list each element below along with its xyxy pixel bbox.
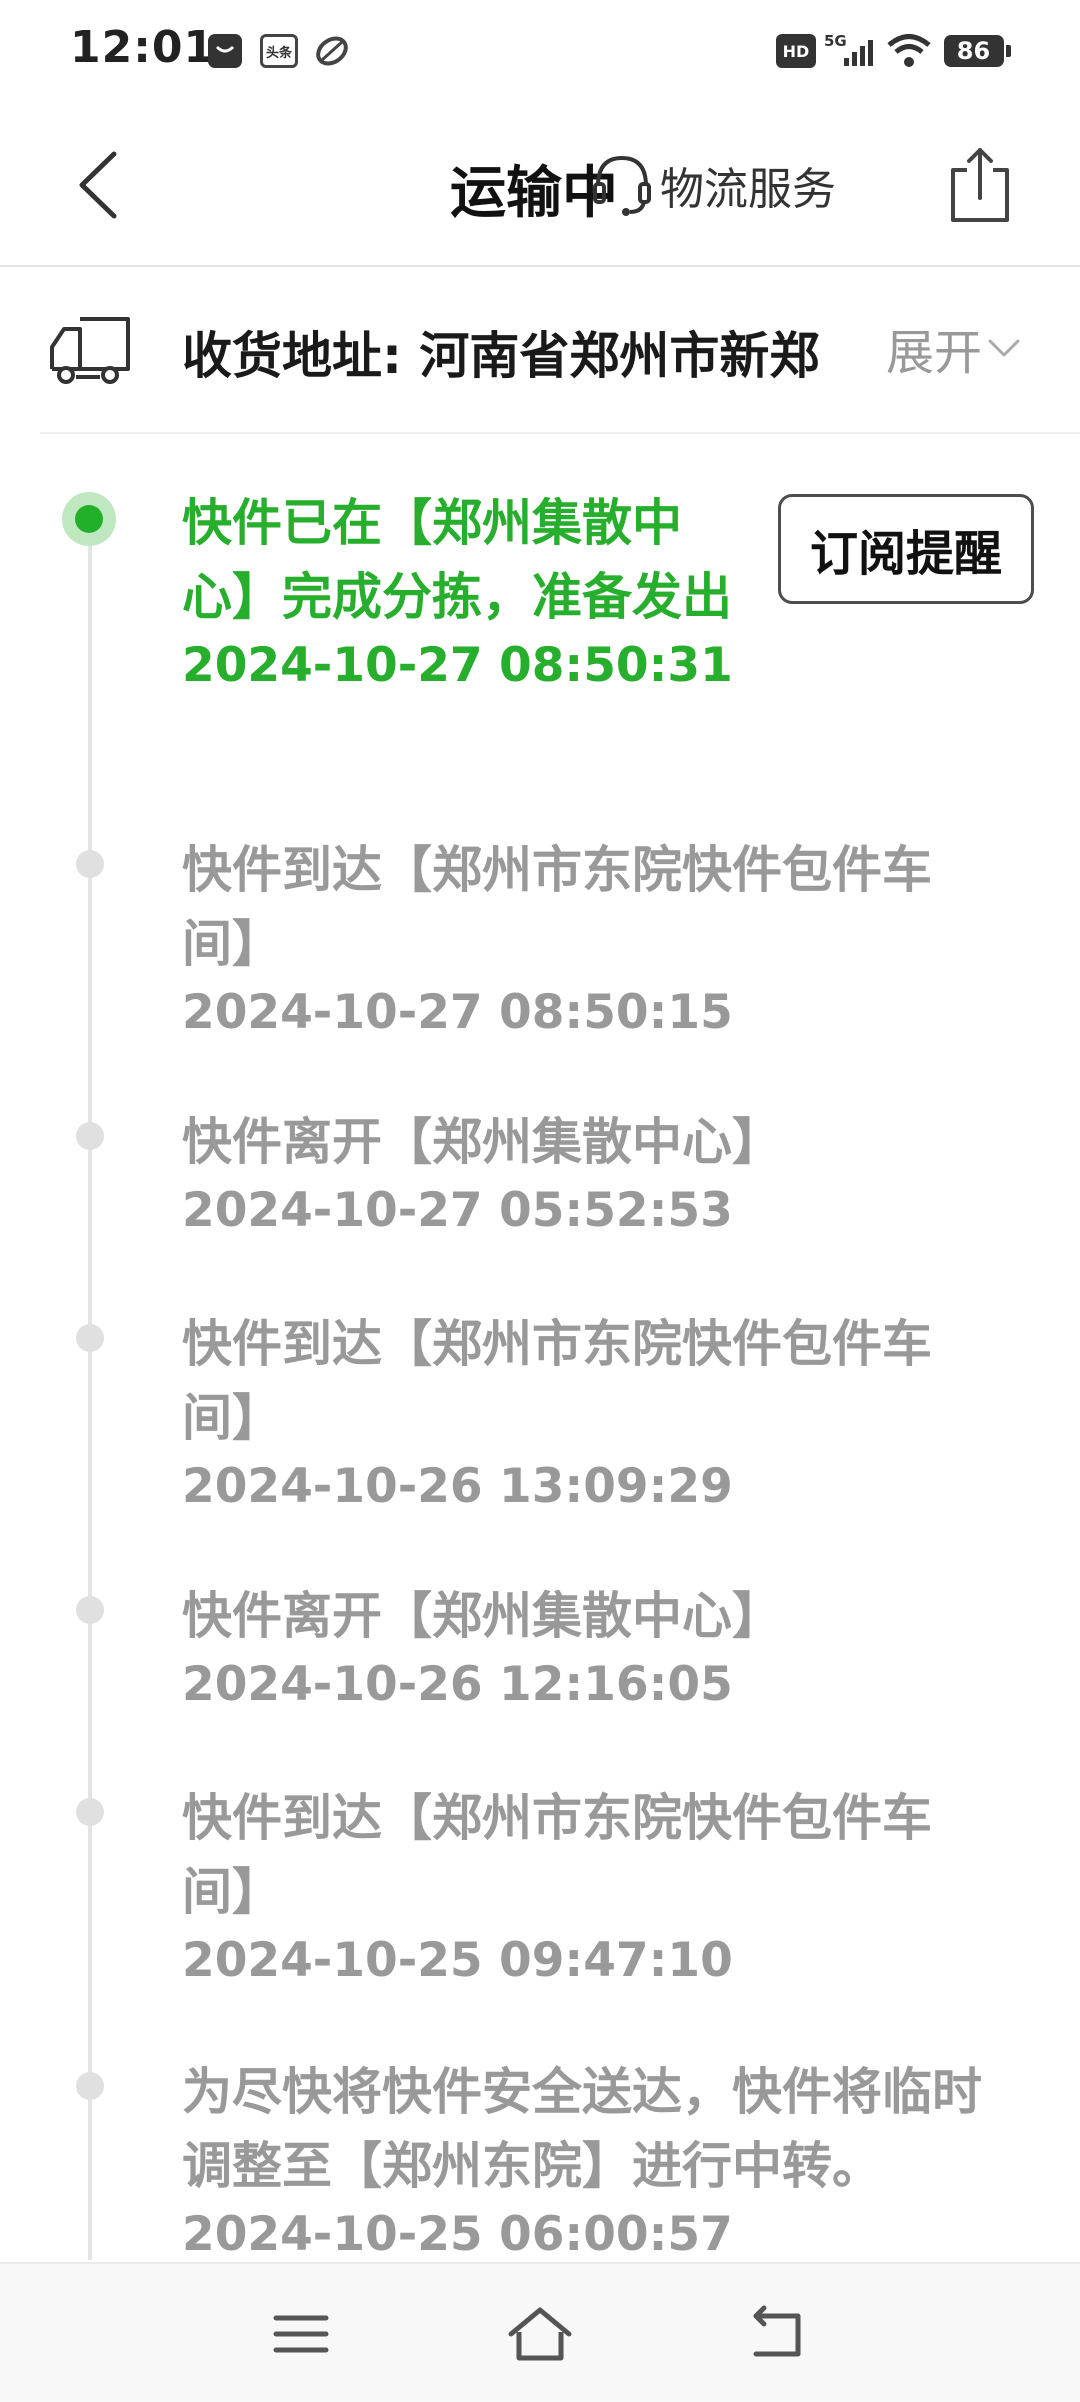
- truck-icon: [50, 317, 130, 384]
- service-label: 物流服务: [660, 164, 836, 215]
- share-button[interactable]: [945, 140, 1015, 230]
- header-divider: [0, 265, 1080, 267]
- menu-icon[interactable]: [266, 2304, 336, 2364]
- toutiao-app-icon: 头条: [260, 34, 298, 68]
- headset-icon: [593, 155, 651, 216]
- event-time: 2024-10-27 05:52:53: [182, 1183, 733, 1238]
- event-description: 快件到达【郑州市东院快件包件车间】: [182, 841, 932, 973]
- battery-level: 86: [943, 35, 1004, 67]
- event-description: 为尽快将快件安全送达，快件将临时调整至【郑州东院】进行中转。: [182, 2063, 982, 2195]
- signal-icon: 5G: [824, 32, 876, 68]
- back-nav-icon[interactable]: [742, 2304, 812, 2364]
- event-description: 快件离开【郑州集散中心】: [182, 1113, 782, 1171]
- timeline-event: 快件到达【郑州市东院快件包件车间】 2024-10-27 08:50:15: [182, 833, 1002, 1045]
- wifi-icon: [886, 34, 932, 68]
- event-time: 2024-10-27 08:50:15: [182, 985, 733, 1040]
- message-icon: [208, 34, 242, 68]
- timeline-dot: [76, 1596, 104, 1624]
- event-description: 快件离开【郑州集散中心】: [182, 1587, 782, 1645]
- share-icon: [951, 148, 1009, 222]
- event-description: 快件已在【郑州集散中心】完成分拣，准备发出: [182, 494, 732, 626]
- timeline-dot: [76, 1798, 104, 1826]
- timeline-event: 快件离开【郑州集散中心】 2024-10-27 05:52:53: [182, 1105, 1002, 1243]
- logistics-service-button[interactable]: 物流服务: [590, 150, 836, 220]
- timeline-event: 快件到达【郑州市东院快件包件车间】 2024-10-25 09:47:10: [182, 1781, 1002, 1993]
- delivery-address: 收货地址: 河南省郑州市新郑: [182, 327, 820, 385]
- status-time: 12:01: [70, 22, 216, 73]
- battery-icon: 86: [942, 34, 1012, 68]
- event-time: 2024-10-26 12:16:05: [182, 1657, 733, 1712]
- timeline-event: 快件离开【郑州集散中心】 2024-10-26 12:16:05: [182, 1579, 1002, 1717]
- timeline-dot: [76, 850, 104, 878]
- back-button[interactable]: [70, 140, 130, 230]
- expand-address-button[interactable]: 展开: [886, 318, 1026, 381]
- status-bar: 12:01 头条 HD 5G 86: [0, 0, 1080, 100]
- leaf-app-icon: [312, 34, 352, 68]
- timeline-event: 为尽快将快件安全送达，快件将临时调整至【郑州东院】进行中转。 2024-10-2…: [182, 2055, 1002, 2267]
- expand-label: 展开: [886, 325, 983, 381]
- event-time: 2024-10-25 09:47:10: [182, 1933, 733, 1988]
- address-divider: [40, 432, 1080, 434]
- timeline-line: [88, 520, 92, 2260]
- subscribe-reminder-button[interactable]: 订阅提醒: [778, 494, 1034, 604]
- timeline-dot-active: [62, 492, 116, 546]
- timeline-event: 快件到达【郑州市东院快件包件车间】 2024-10-26 13:09:29: [182, 1307, 1002, 1519]
- event-time: 2024-10-25 06:00:57: [182, 2207, 733, 2262]
- address-row[interactable]: 收货地址: 河南省郑州市新郑 展开: [0, 268, 1080, 433]
- timeline-dot: [76, 1324, 104, 1352]
- chevron-down-icon: [988, 339, 1020, 357]
- hd-icon: HD: [776, 34, 816, 68]
- timeline-dot: [76, 2072, 104, 2100]
- event-time: 2024-10-26 13:09:29: [182, 1459, 733, 1514]
- app-header: 运输中 物流服务: [0, 110, 1080, 265]
- event-description: 快件到达【郑州市东院快件包件车间】: [182, 1789, 932, 1921]
- home-icon[interactable]: [505, 2304, 575, 2364]
- event-description: 快件到达【郑州市东院快件包件车间】: [182, 1315, 932, 1447]
- timeline-dot: [76, 1122, 104, 1150]
- system-nav-bar: [0, 2262, 1080, 2402]
- event-time: 2024-10-27 08:50:31: [182, 638, 733, 693]
- back-icon: [79, 151, 117, 219]
